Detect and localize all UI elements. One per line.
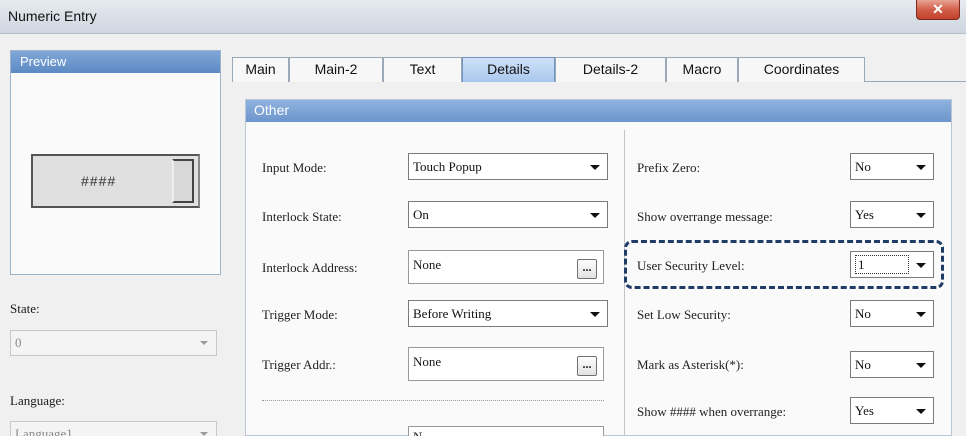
preview-panel: Preview ####: [10, 50, 221, 275]
chevron-down-icon: [200, 432, 208, 436]
tab-macro[interactable]: Macro: [666, 57, 738, 82]
show-hash-label: Show #### when overrange:: [637, 404, 787, 419]
trigger-mode-label: Trigger Mode:: [262, 307, 338, 322]
chevron-down-icon: [590, 165, 600, 170]
preview-button-label: ####: [81, 173, 117, 189]
interlock-address-browse-button[interactable]: ...: [577, 259, 597, 279]
chevron-down-icon: [916, 409, 926, 414]
title-bar: Numeric Entry ✕: [0, 0, 966, 34]
trigger-addr-label: Trigger Addr.:: [262, 357, 336, 372]
interlock-address-value: None: [413, 257, 442, 272]
partial-field-value: N: [413, 429, 422, 436]
input-mode-select[interactable]: Touch Popup: [408, 153, 608, 180]
state-value: 0: [15, 335, 22, 350]
show-overrange-label: Show overrange message:: [637, 209, 773, 224]
set-low-security-label: Set Low Security:: [637, 307, 731, 322]
trigger-mode-value: Before Writing: [413, 306, 492, 321]
interlock-state-select[interactable]: On: [408, 201, 608, 228]
interlock-state-value: On: [413, 207, 429, 222]
set-low-security-select[interactable]: No: [850, 300, 934, 327]
state-label: State:: [10, 301, 40, 316]
tab-text[interactable]: Text: [383, 57, 462, 82]
preview-button-side: [172, 159, 194, 203]
show-overrange-select[interactable]: Yes: [850, 201, 934, 228]
tab-details[interactable]: Details: [462, 57, 555, 82]
language-value: Language1: [15, 426, 73, 436]
trigger-mode-select[interactable]: Before Writing: [408, 300, 608, 327]
preview-numeric-button: ####: [31, 154, 200, 208]
window-title: Numeric Entry: [8, 8, 97, 24]
mark-asterisk-label: Mark as Asterisk(*):: [637, 357, 744, 372]
chevron-down-icon: [916, 213, 926, 218]
set-low-security-value: No: [855, 306, 871, 321]
chevron-down-icon: [200, 341, 208, 345]
trigger-addr-value: None: [413, 354, 442, 369]
tab-main[interactable]: Main: [232, 57, 289, 82]
tab-coordinates[interactable]: Coordinates: [738, 57, 865, 82]
tab-details-2[interactable]: Details-2: [555, 57, 666, 82]
partial-field[interactable]: N: [408, 426, 604, 436]
preview-header: Preview: [11, 51, 220, 73]
close-button[interactable]: ✕: [916, 0, 960, 20]
input-mode-label: Input Mode:: [262, 160, 327, 175]
show-hash-value: Yes: [855, 403, 874, 418]
show-hash-select[interactable]: Yes: [850, 397, 934, 424]
state-combo[interactable]: 0: [10, 330, 217, 356]
language-label: Language:: [10, 393, 65, 408]
mark-asterisk-value: No: [855, 357, 871, 372]
chevron-down-icon: [916, 312, 926, 317]
tab-main-2[interactable]: Main-2: [289, 57, 383, 82]
interlock-address-label: Interlock Address:: [262, 260, 358, 275]
show-overrange-value: Yes: [855, 207, 874, 222]
chevron-down-icon: [590, 312, 600, 317]
highlight-box: [624, 240, 944, 289]
interlock-state-label: Interlock State:: [262, 209, 342, 224]
prefix-zero-value: No: [855, 159, 871, 174]
chevron-down-icon: [590, 213, 600, 218]
prefix-zero-select[interactable]: No: [850, 153, 934, 180]
language-combo[interactable]: Language1: [10, 421, 217, 436]
panel-header-other: Other: [246, 100, 951, 122]
mark-asterisk-select[interactable]: No: [850, 351, 934, 378]
chevron-down-icon: [916, 363, 926, 368]
close-icon: ✕: [932, 1, 944, 17]
prefix-zero-label: Prefix Zero:: [637, 160, 701, 175]
interlock-address-field[interactable]: None ...: [408, 250, 604, 284]
dotted-separator: [262, 400, 604, 401]
chevron-down-icon: [916, 165, 926, 170]
trigger-addr-field[interactable]: None ...: [408, 347, 604, 381]
input-mode-value: Touch Popup: [413, 159, 482, 174]
trigger-addr-browse-button[interactable]: ...: [577, 356, 597, 376]
